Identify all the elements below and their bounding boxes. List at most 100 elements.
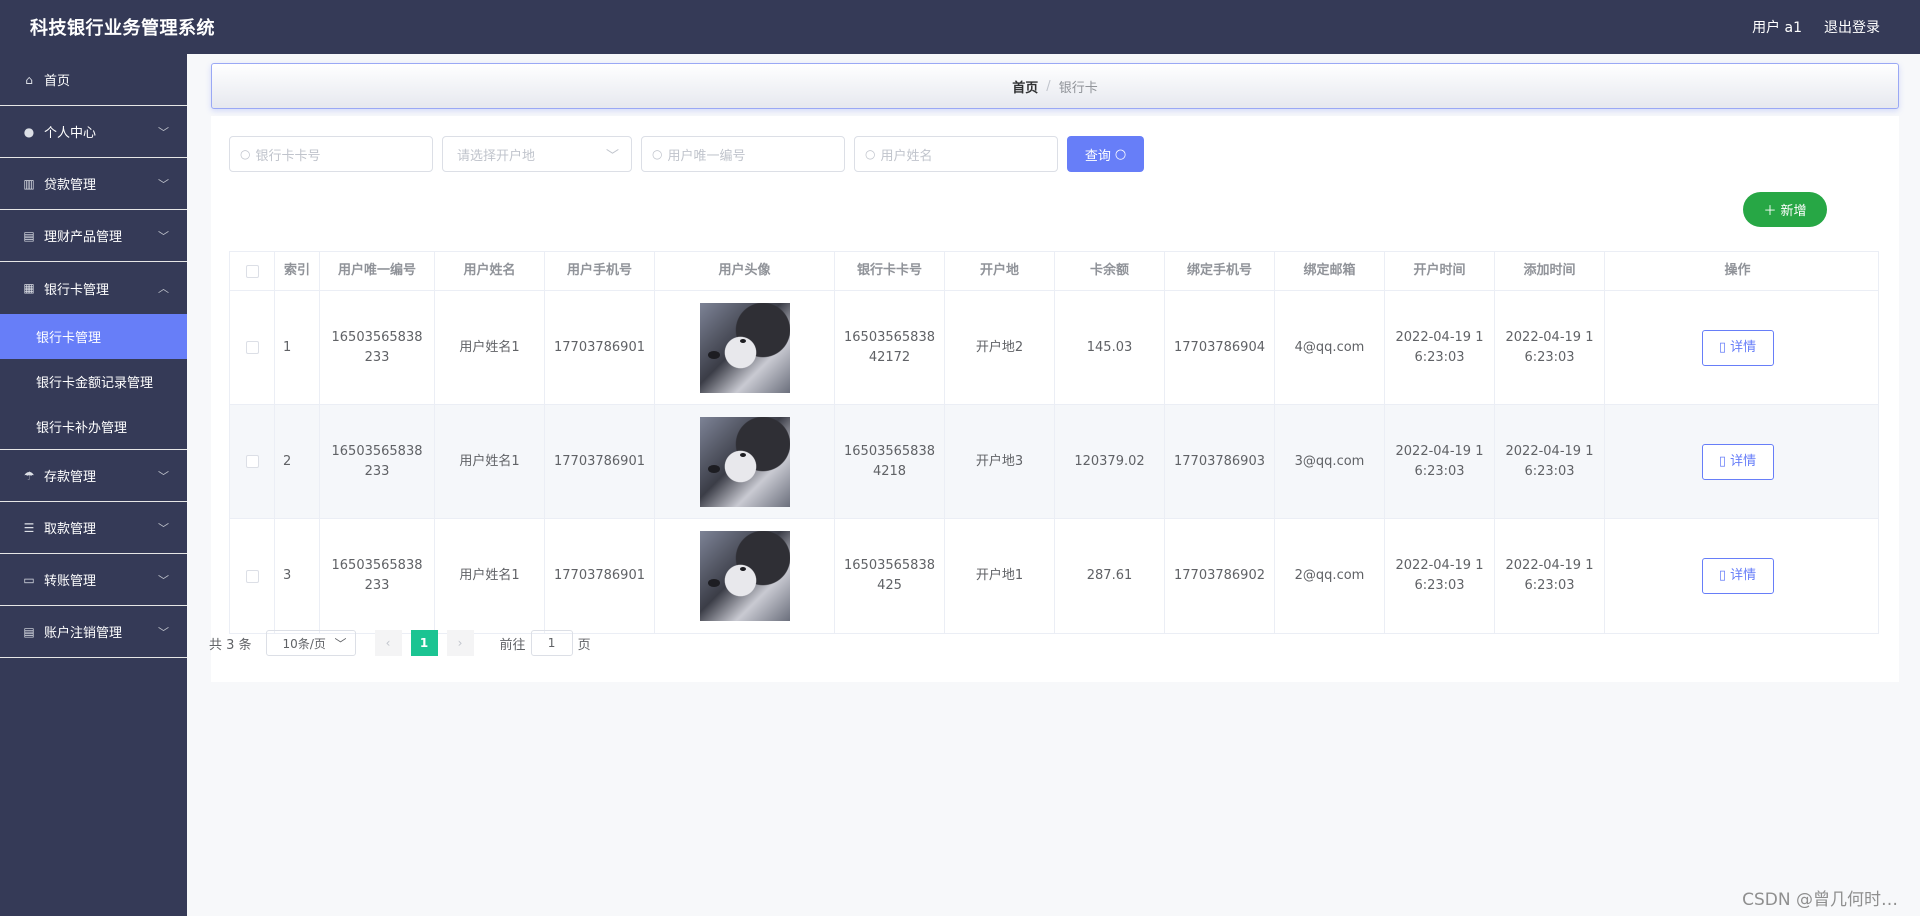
- chevron-down-icon: ﹀: [334, 636, 347, 651]
- submenu-item-reissue[interactable]: 银行卡补办管理: [0, 404, 187, 449]
- breadcrumb-home[interactable]: 首页: [1012, 77, 1038, 96]
- cell-avatar: [655, 519, 835, 633]
- cell-phone: 17703786901: [545, 291, 655, 404]
- submenu-item-bankcard[interactable]: 银行卡管理: [0, 314, 187, 359]
- logout-button[interactable]: 退出登录: [1824, 17, 1880, 37]
- query-button[interactable]: 查询 ○: [1067, 136, 1144, 172]
- detail-label: 详情: [1730, 568, 1757, 583]
- grid-icon: ▦: [23, 281, 35, 295]
- sidebar-item-transfer[interactable]: ▭ 转账管理 ﹀: [0, 554, 187, 606]
- sidebar: ⌂ 首页 ● 个人中心 ﹀ ▥ 贷款管理 ﹀ ▤ 理财产品管理 ﹀ ▦ 银行卡管…: [0, 54, 187, 916]
- header-card-no: 银行卡卡号: [835, 252, 945, 290]
- cell-balance: 145.03: [1055, 291, 1165, 404]
- cell-index: 2: [275, 405, 320, 518]
- document-icon: ▯: [1718, 453, 1727, 469]
- monitor-icon: ▭: [23, 572, 35, 587]
- row-checkbox[interactable]: [245, 341, 259, 354]
- cell-open-time: 2022-04-19 16:23:03: [1385, 405, 1495, 518]
- user-avatar: [699, 302, 790, 393]
- user-label: 用户 a1: [1752, 20, 1802, 36]
- cell-user-name: 用户姓名1: [435, 405, 545, 518]
- search-bar: ○ 银行卡卡号 请选择开户地 ﹀ ○ 用户唯一编号 ○ 用户姓名 查询 ○: [229, 136, 1144, 172]
- pagination: 共 3 条 10条/页 ﹀ ‹ 1 › 前往 1 页: [209, 630, 591, 656]
- cell-add-time: 2022-04-19 16:23:03: [1495, 405, 1605, 518]
- sidebar-item-home[interactable]: ⌂ 首页: [0, 54, 187, 106]
- sidebar-item-label: 银行卡管理: [44, 282, 110, 298]
- sidebar-item-label: 理财产品管理: [44, 230, 123, 245]
- header-index: 索引: [275, 252, 320, 290]
- sidebar-item-label: 取款管理: [44, 522, 97, 537]
- header-action: 操作: [1724, 263, 1751, 278]
- header-open-time: 开户时间: [1385, 252, 1495, 290]
- user-name-input[interactable]: ○ 用户姓名: [854, 136, 1058, 172]
- user-id-placeholder: 用户唯一编号: [667, 148, 746, 164]
- header-avatar: 用户头像: [655, 252, 835, 290]
- row-checkbox[interactable]: [245, 569, 259, 583]
- cell-location: 开户地1: [945, 519, 1055, 633]
- cell-user-name: 用户姓名1: [435, 519, 545, 633]
- bankcard-table: 索引 用户唯一编号 用户姓名 用户手机号 用户头像 银行卡卡号 开户地 卡余额 …: [229, 251, 1879, 634]
- main-area: 首页 / 银行卡 ○ 银行卡卡号 请选择开户地 ﹀ ○ 用户唯一编号 ○ 用户姓…: [187, 54, 1920, 916]
- list-icon: ☰: [23, 520, 35, 535]
- page-size-select[interactable]: 10条/页 ﹀: [265, 630, 356, 656]
- cell-bind-phone: 17703786902: [1165, 519, 1275, 633]
- sidebar-item-cancel[interactable]: ▤ 账户注销管理 ﹀: [0, 606, 187, 658]
- page-jump-input[interactable]: 1: [530, 630, 573, 656]
- sidebar-item-deposit[interactable]: ☂ 存款管理 ﹀: [0, 450, 187, 502]
- page-number-current[interactable]: 1: [410, 630, 438, 656]
- detail-button[interactable]: ▯ 详情: [1701, 558, 1774, 594]
- sidebar-item-wealth[interactable]: ▤ 理财产品管理 ﹀: [0, 210, 187, 262]
- cell-location: 开户地2: [945, 291, 1055, 404]
- chevron-up-icon: ︿: [158, 282, 169, 295]
- cell-card-no: 16503565838425: [835, 519, 945, 633]
- add-button[interactable]: ＋ 新增: [1743, 192, 1827, 227]
- detail-button[interactable]: ▯ 详情: [1701, 329, 1774, 366]
- cell-bind-phone: 17703786903: [1165, 405, 1275, 518]
- cell-index: 1: [275, 291, 320, 404]
- clipboard-icon: ▤: [23, 624, 35, 639]
- location-select[interactable]: 请选择开户地 ﹀: [442, 136, 632, 172]
- sidebar-item-label: 首页: [44, 74, 71, 89]
- row-checkbox[interactable]: [245, 455, 259, 468]
- select-all-checkbox[interactable]: [245, 264, 259, 278]
- cell-action: ▯ 详情: [1605, 519, 1870, 633]
- location-placeholder: 请选择开户地: [457, 148, 536, 164]
- chevron-down-icon: ﹀: [158, 470, 169, 483]
- submenu-item-balance-record[interactable]: 银行卡金额记录管理: [0, 359, 187, 404]
- breadcrumb-current: 银行卡: [1058, 80, 1098, 96]
- cell-email: 3@qq.com: [1275, 405, 1385, 518]
- prev-page-button[interactable]: ‹: [374, 630, 402, 656]
- document-icon: ▯: [1718, 568, 1727, 583]
- user-id-input[interactable]: ○ 用户唯一编号: [641, 136, 845, 172]
- cell-location: 开户地3: [945, 405, 1055, 518]
- card-no-input[interactable]: ○ 银行卡卡号: [229, 136, 433, 172]
- sidebar-item-bankcard[interactable]: ▦ 银行卡管理 ︿: [0, 262, 187, 314]
- cell-index: 3: [275, 519, 320, 633]
- cell-balance: 120379.02: [1055, 405, 1165, 518]
- watermark: CSDN @曾几何时…: [1742, 890, 1898, 910]
- detail-button[interactable]: ▯ 详情: [1701, 443, 1774, 480]
- sidebar-item-withdraw[interactable]: ☰ 取款管理 ﹀: [0, 502, 187, 554]
- breadcrumb-separator: /: [1046, 78, 1051, 94]
- sidebar-item-profile[interactable]: ● 个人中心 ﹀: [0, 106, 187, 158]
- user-name-placeholder: 用户姓名: [880, 148, 933, 164]
- sidebar-item-loan[interactable]: ▥ 贷款管理 ﹀: [0, 158, 187, 210]
- user-avatar: [699, 416, 790, 507]
- header-location: 开户地: [945, 252, 1055, 290]
- cell-balance: 287.61: [1055, 519, 1165, 633]
- clipboard-icon: ▤: [23, 228, 35, 243]
- cell-user-id: 16503565838233: [320, 519, 435, 633]
- table-row: 2 16503565838233 用户姓名1 17703786901 16503…: [230, 405, 1878, 519]
- next-page-button[interactable]: ›: [446, 630, 474, 656]
- cell-open-time: 2022-04-19 16:23:03: [1385, 291, 1495, 404]
- chevron-left-icon: ‹: [385, 636, 391, 650]
- header-user-id: 用户唯一编号: [320, 252, 435, 290]
- cell-add-time: 2022-04-19 16:23:03: [1495, 291, 1605, 404]
- cell-bind-phone: 17703786904: [1165, 291, 1275, 404]
- chevron-down-icon: ﹀: [158, 626, 169, 639]
- chevron-down-icon: ﹀: [158, 522, 169, 535]
- chevron-down-icon: ﹀: [158, 230, 169, 243]
- cell-action: ▯ 详情: [1605, 291, 1870, 404]
- document-icon: ▯: [1718, 339, 1727, 355]
- table-row: 3 16503565838233 用户姓名1 17703786901 16503…: [230, 519, 1878, 633]
